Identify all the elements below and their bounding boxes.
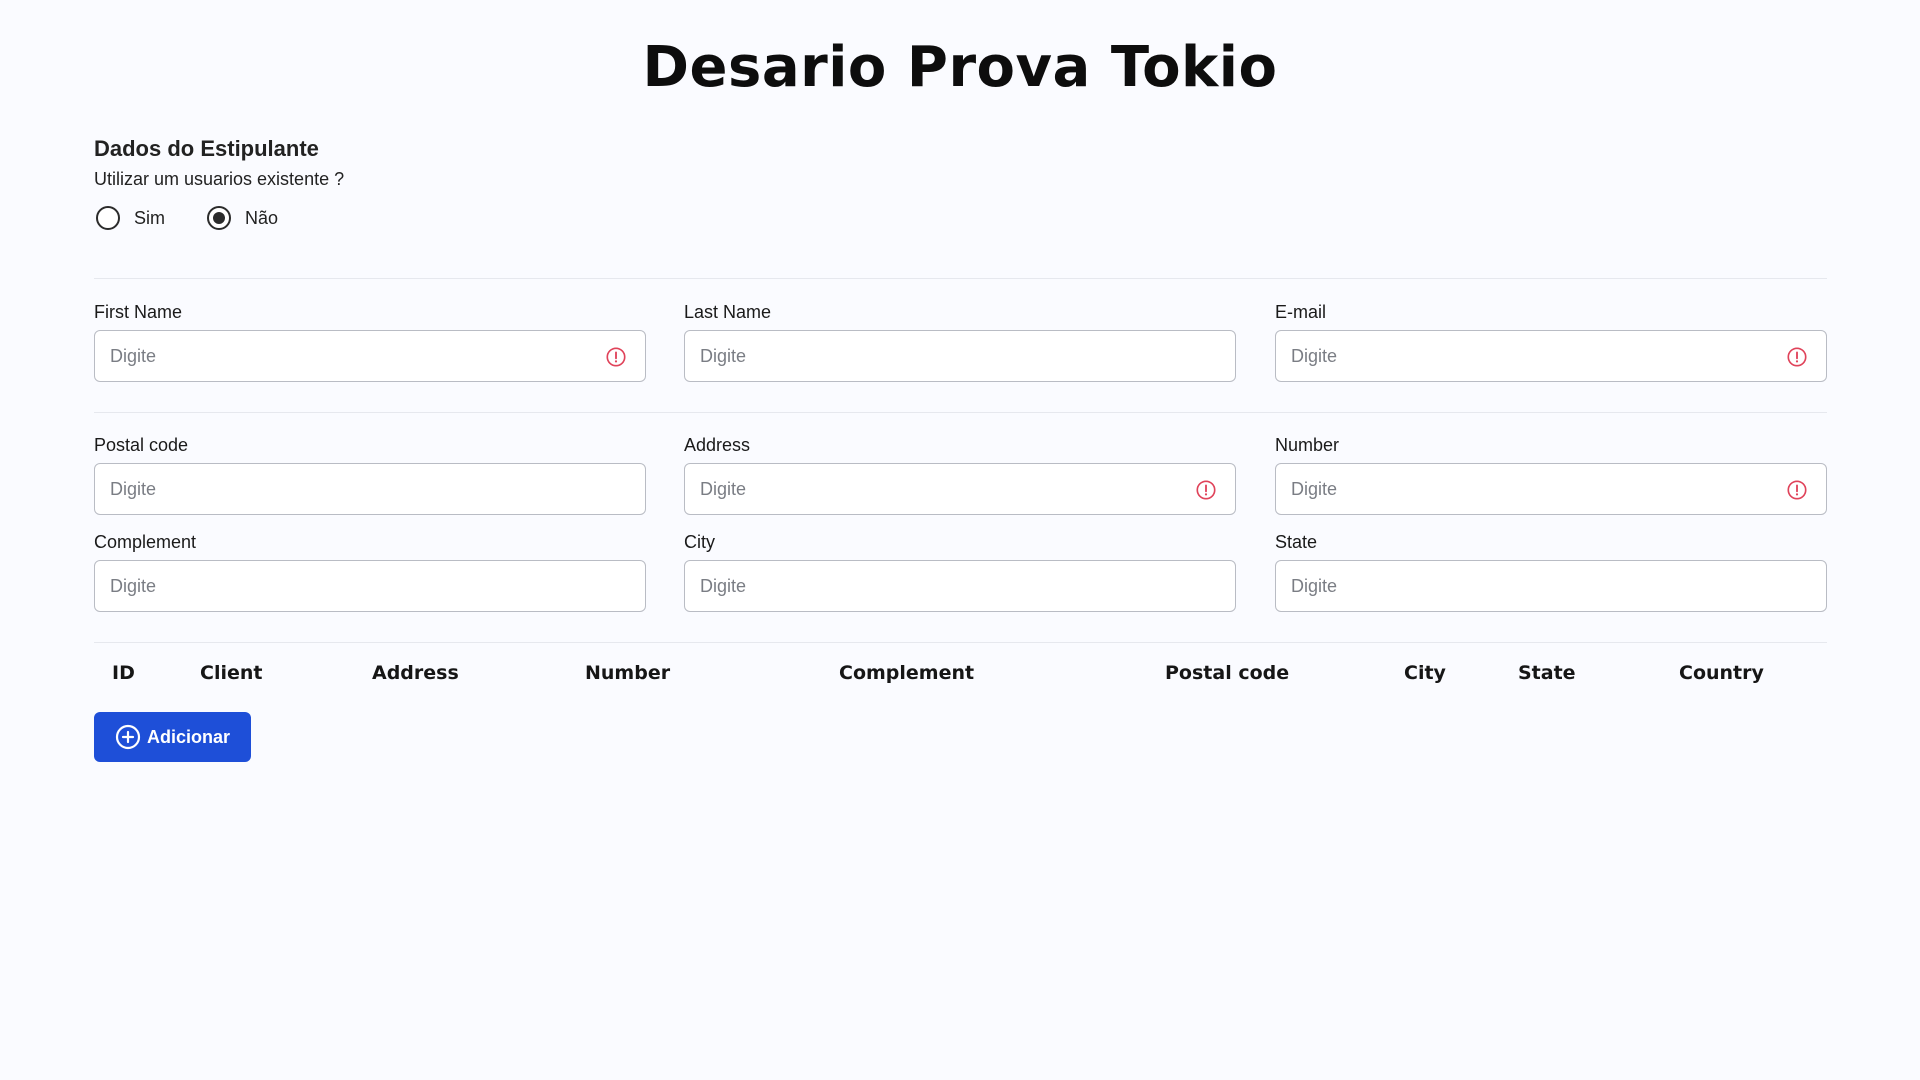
- add-button[interactable]: Adicionar: [94, 712, 251, 762]
- first-name-input[interactable]: [95, 331, 645, 381]
- column-header-number: Number: [585, 662, 671, 684]
- state-field: State: [1275, 530, 1827, 612]
- state-label: State: [1275, 532, 1318, 552]
- first-name-field: First Name: [94, 300, 646, 382]
- address-label: Address: [684, 435, 751, 455]
- radio-button-nao[interactable]: [207, 206, 231, 230]
- alert-circle-icon: [1787, 480, 1807, 500]
- column-header-client: Client: [200, 662, 263, 684]
- alert-circle-icon: [606, 347, 626, 367]
- complement-label: Complement: [94, 532, 197, 552]
- page-title: Desario Prova Tokio: [642, 35, 1278, 100]
- radio-label-nao: Não: [245, 207, 279, 228]
- column-header-postal-code: Postal code: [1165, 662, 1290, 684]
- column-header-country: Country: [1679, 662, 1764, 684]
- complement-input[interactable]: [95, 561, 645, 611]
- column-header-city: City: [1404, 662, 1446, 684]
- state-input-wrap: [1275, 560, 1827, 612]
- state-input[interactable]: [1276, 561, 1826, 611]
- existing-user-question: Utilizar um usuarios existente ?: [94, 169, 345, 189]
- first-name-input-wrap: [94, 330, 646, 382]
- column-header-id: ID: [112, 662, 135, 684]
- city-input-wrap: [684, 560, 1236, 612]
- radio-label-sim: Sim: [134, 207, 165, 228]
- email-input-wrap: [1275, 330, 1827, 382]
- email-input[interactable]: [1276, 331, 1826, 381]
- table-header: ID Client Address Number Complement Post…: [94, 662, 1827, 692]
- last-name-input[interactable]: [685, 331, 1235, 381]
- divider: [94, 642, 1827, 643]
- complement-field: Complement: [94, 530, 646, 612]
- radio-selected-dot: [213, 212, 225, 224]
- postal-code-field: Postal code: [94, 433, 646, 515]
- last-name-input-wrap: [684, 330, 1236, 382]
- address-field: Address: [684, 433, 1236, 515]
- complement-input-wrap: [94, 560, 646, 612]
- city-input[interactable]: [685, 561, 1235, 611]
- postal-code-input-wrap: [94, 463, 646, 515]
- number-input-wrap: [1275, 463, 1827, 515]
- postal-code-input[interactable]: [95, 464, 645, 514]
- divider: [94, 412, 1827, 413]
- page: Desario Prova Tokio Dados do Estipulante…: [0, 0, 1920, 1080]
- last-name-label: Last Name: [684, 302, 772, 322]
- number-field: Number: [1275, 433, 1827, 515]
- email-field: E-mail: [1275, 300, 1827, 382]
- address-input-wrap: [684, 463, 1236, 515]
- column-header-state: State: [1518, 662, 1576, 684]
- column-header-address: Address: [372, 662, 459, 684]
- column-header-complement: Complement: [839, 662, 975, 684]
- number-input[interactable]: [1276, 464, 1826, 514]
- section-title: Dados do Estipulante: [94, 136, 319, 161]
- divider: [94, 278, 1827, 279]
- add-button-label: Adicionar: [147, 726, 231, 747]
- existing-user-radio-group: Sim Não: [96, 206, 320, 230]
- postal-code-label: Postal code: [94, 435, 189, 455]
- radio-option-nao[interactable]: Não: [207, 206, 278, 230]
- alert-circle-icon: [1787, 347, 1807, 367]
- plus-circle-icon: [115, 724, 141, 750]
- city-field: City: [684, 530, 1236, 612]
- email-label: E-mail: [1275, 302, 1327, 322]
- radio-option-sim[interactable]: Sim: [96, 206, 165, 230]
- last-name-field: Last Name: [684, 300, 1236, 382]
- number-label: Number: [1275, 435, 1340, 455]
- radio-button-sim[interactable]: [96, 206, 120, 230]
- first-name-label: First Name: [94, 302, 183, 322]
- address-input[interactable]: [685, 464, 1235, 514]
- city-label: City: [684, 532, 715, 552]
- alert-circle-icon: [1196, 480, 1216, 500]
